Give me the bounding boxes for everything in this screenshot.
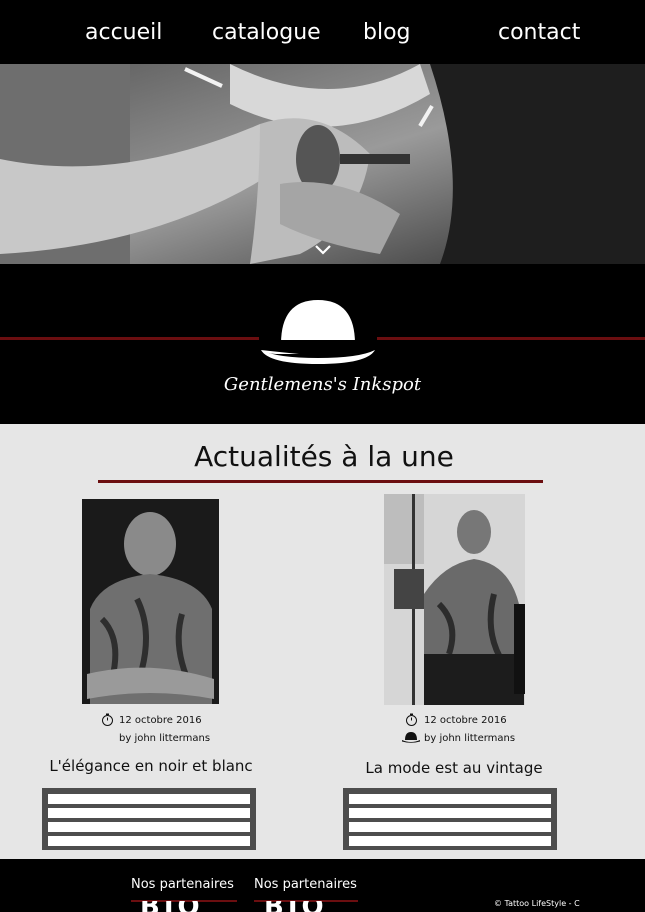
article-menu-button[interactable] <box>343 788 557 850</box>
article-menu-button[interactable] <box>42 788 256 850</box>
brand-banner: Gentlemens's Inkspot <box>0 264 645 424</box>
article-photo[interactable] <box>82 499 219 704</box>
top-nav: accueil catalogue blog contact <box>0 0 645 64</box>
hero-photo <box>0 64 645 264</box>
nav-blog[interactable]: blog <box>363 20 411 45</box>
article-title[interactable]: La mode est au vintage <box>340 759 568 777</box>
partners-label: Nos partenaires <box>254 877 357 892</box>
hero-banner-image <box>0 64 645 264</box>
article-photo[interactable] <box>384 494 525 705</box>
title-divider <box>98 480 543 483</box>
section-title: Actualités à la une <box>194 440 454 473</box>
news-section: Actualités à la une 12 octobre 2016 by j… <box>18 436 630 859</box>
nav-contact[interactable]: contact <box>498 20 580 45</box>
article-author[interactable]: by john littermans <box>424 733 515 744</box>
stopwatch-icon <box>406 713 417 726</box>
chevron-down-icon[interactable] <box>313 243 333 257</box>
stopwatch-icon <box>102 713 113 726</box>
article-author[interactable]: by john littermans <box>119 733 210 744</box>
partners-label: Nos partenaires <box>131 877 234 892</box>
article-title[interactable]: L'élégance en noir et blanc <box>38 757 264 775</box>
partner-logo[interactable]: BIO <box>264 901 328 912</box>
bowler-hat-icon <box>402 732 420 743</box>
bowler-hat-icon <box>259 300 377 364</box>
brand-name: Gentlemens's Inkspot <box>223 374 422 395</box>
nav-accueil[interactable]: accueil <box>85 20 162 45</box>
nav-catalogue[interactable]: catalogue <box>212 20 321 45</box>
copyright-text: © Tattoo LifeStyle - C <box>494 899 580 908</box>
footer: Nos partenaires BIO Nos partenaires BIO … <box>0 859 645 912</box>
article-date: 12 octobre 2016 <box>424 715 507 726</box>
partner-logo[interactable]: BIO <box>140 901 204 912</box>
article-date: 12 octobre 2016 <box>119 715 202 726</box>
